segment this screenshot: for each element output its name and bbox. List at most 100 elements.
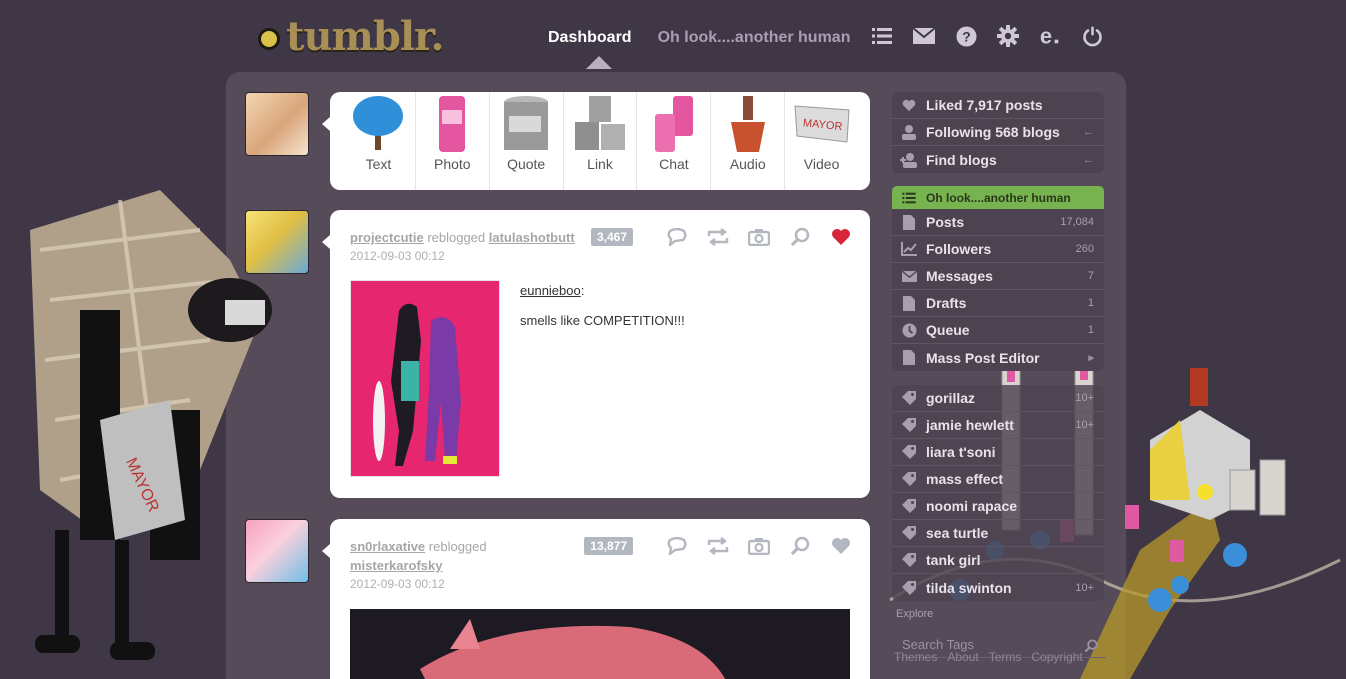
mayor-sign-icon: MAYOR: [794, 105, 850, 143]
post-controls: 3,467: [590, 226, 852, 248]
clock-icon: [900, 322, 918, 338]
tracked-tag[interactable]: jamie hewlett 10+: [892, 412, 1104, 439]
top-nav: Dashboard Oh look....another human: [548, 26, 876, 50]
nav-dashboard[interactable]: Dashboard: [548, 29, 632, 47]
mail-icon[interactable]: [913, 25, 935, 47]
tag-label: mass effect: [926, 471, 1004, 487]
tracked-tag[interactable]: noomi rapace: [892, 493, 1104, 520]
post-header: projectcutie reblogged latulashotbutt 20…: [350, 228, 575, 266]
footer-copyright-link[interactable]: Copyright: [1031, 650, 1082, 664]
like-heart-icon[interactable]: [830, 226, 852, 248]
reply-icon[interactable]: [666, 226, 688, 248]
post-avatar[interactable]: [245, 210, 309, 274]
settings-icon[interactable]: [997, 25, 1019, 47]
tracked-tag[interactable]: liara t'soni: [892, 439, 1104, 466]
post-author-link[interactable]: projectcutie: [350, 230, 424, 245]
tracked-tag[interactable]: gorillaz 10+: [892, 385, 1104, 412]
tag-label: noomi rapace: [926, 498, 1018, 514]
tag-count: 10+: [1075, 392, 1094, 404]
sidebar-item-arrow: ▸: [1088, 352, 1094, 364]
note-count[interactable]: 13,877: [584, 537, 633, 555]
sidebar-item-count: 7: [1087, 270, 1094, 282]
footer-about-link[interactable]: About: [947, 650, 978, 664]
footer-themes-link[interactable]: Themes: [894, 650, 937, 664]
search-icon[interactable]: [789, 226, 811, 248]
sidebar-item-label: Followers: [926, 241, 992, 257]
post-action-text: reblogged: [428, 539, 487, 554]
sidebar-item-label: Find blogs: [926, 151, 997, 168]
active-nav-caret: [586, 56, 612, 69]
post-author-link[interactable]: sn0rlaxative: [350, 539, 425, 554]
tag-label: tank girl: [926, 552, 981, 568]
tumblr-logo[interactable]: tumblr.: [258, 13, 444, 60]
reblog-icon[interactable]: [707, 535, 729, 557]
sidebar-item-messages[interactable]: Messages 7: [892, 263, 1104, 290]
new-quote-post-button[interactable]: Quote: [488, 92, 563, 190]
like-heart-icon[interactable]: [830, 535, 852, 557]
new-chat-post-button[interactable]: Chat: [636, 92, 710, 190]
post-source-link[interactable]: latulashotbutt: [489, 230, 575, 245]
document-icon: [900, 214, 918, 230]
post-source-link[interactable]: misterkarofsky: [350, 558, 443, 573]
sidebar-item-label: Drafts: [926, 295, 967, 311]
post-photo[interactable]: [350, 280, 500, 477]
tag-icon: [900, 552, 918, 568]
new-video-post-button[interactable]: MAYOR Video: [784, 92, 858, 190]
help-icon[interactable]: ?: [955, 25, 977, 47]
post-type-label: Photo: [433, 156, 471, 172]
sidebar-item-following[interactable]: Following 568 blogs ←: [892, 119, 1104, 146]
tag-count: 10+: [1075, 419, 1094, 431]
quote-source-link[interactable]: eunnieboo: [520, 283, 581, 298]
power-icon[interactable]: [1081, 25, 1103, 47]
sidebar-blog-header[interactable]: Oh look....another human: [892, 186, 1104, 209]
post-date: 2012-09-03 00:12: [350, 249, 445, 263]
sidebar-item-find-blogs[interactable]: Find blogs ←: [892, 146, 1104, 173]
explore-link[interactable]: Explore: [896, 608, 933, 620]
nav-blog[interactable]: Oh look....another human: [658, 29, 851, 47]
search-icon[interactable]: [789, 535, 811, 557]
list-icon[interactable]: [871, 25, 893, 47]
sidebar-item-followers[interactable]: Followers 260: [892, 236, 1104, 263]
new-text-post-button[interactable]: Text: [342, 92, 415, 190]
document-icon: [900, 350, 918, 366]
stacked-cans-icon: [575, 96, 625, 150]
footer-terms-link[interactable]: Terms: [989, 650, 1022, 664]
sidebar-item-label: Posts: [926, 214, 965, 230]
sidebar-item-mass-post-editor[interactable]: Mass Post Editor ▸: [892, 344, 1104, 371]
sidebar-item-drafts[interactable]: Drafts 1: [892, 290, 1104, 317]
tag-icon: [900, 390, 918, 406]
sidebar-item-liked[interactable]: Liked 7,917 posts: [892, 92, 1104, 119]
sidebar-item-label: Mass Post Editor: [926, 349, 1040, 366]
tracked-tag[interactable]: tilda swinton 10+: [892, 574, 1104, 601]
avatar-pointer: [322, 544, 330, 558]
new-photo-post-button[interactable]: Photo: [414, 92, 489, 190]
my-avatar[interactable]: [245, 92, 309, 156]
tracked-tag[interactable]: sea turtle: [892, 520, 1104, 547]
sidebar-tracked-tags: gorillaz 10+ jamie hewlett 10+ liara t'son…: [892, 385, 1104, 601]
colon-text: :: [580, 283, 585, 298]
camera-icon[interactable]: [748, 535, 770, 557]
etsy-e-icon[interactable]: e: [1039, 25, 1061, 47]
sidebar-item-queue[interactable]: Queue 1: [892, 317, 1104, 344]
tree-icon: [353, 96, 404, 150]
logo-badge-icon: [258, 28, 280, 50]
new-audio-post-button[interactable]: Audio: [710, 92, 784, 190]
new-link-post-button[interactable]: Link: [562, 92, 637, 190]
tag-icon: [900, 417, 918, 433]
list-icon: [900, 190, 918, 206]
tag-icon: [900, 525, 918, 541]
camera-icon[interactable]: [748, 226, 770, 248]
tracked-tag[interactable]: mass effect: [892, 466, 1104, 493]
note-count[interactable]: 3,467: [590, 228, 633, 246]
reply-icon[interactable]: [666, 535, 688, 557]
tracked-tag[interactable]: tank girl: [892, 547, 1104, 574]
sidebar-item-posts[interactable]: Posts 17,084: [892, 209, 1104, 236]
post-type-label: Chat: [659, 156, 689, 172]
tag-count: 10+: [1075, 581, 1094, 594]
tag-label: jamie hewlett: [926, 417, 1014, 433]
sidebar-item-count: 1: [1087, 297, 1094, 309]
reblog-icon[interactable]: [707, 226, 729, 248]
post-avatar[interactable]: [245, 519, 309, 583]
post-photo[interactable]: [350, 609, 850, 679]
sidebar-item-count: 17,084: [1060, 216, 1094, 228]
